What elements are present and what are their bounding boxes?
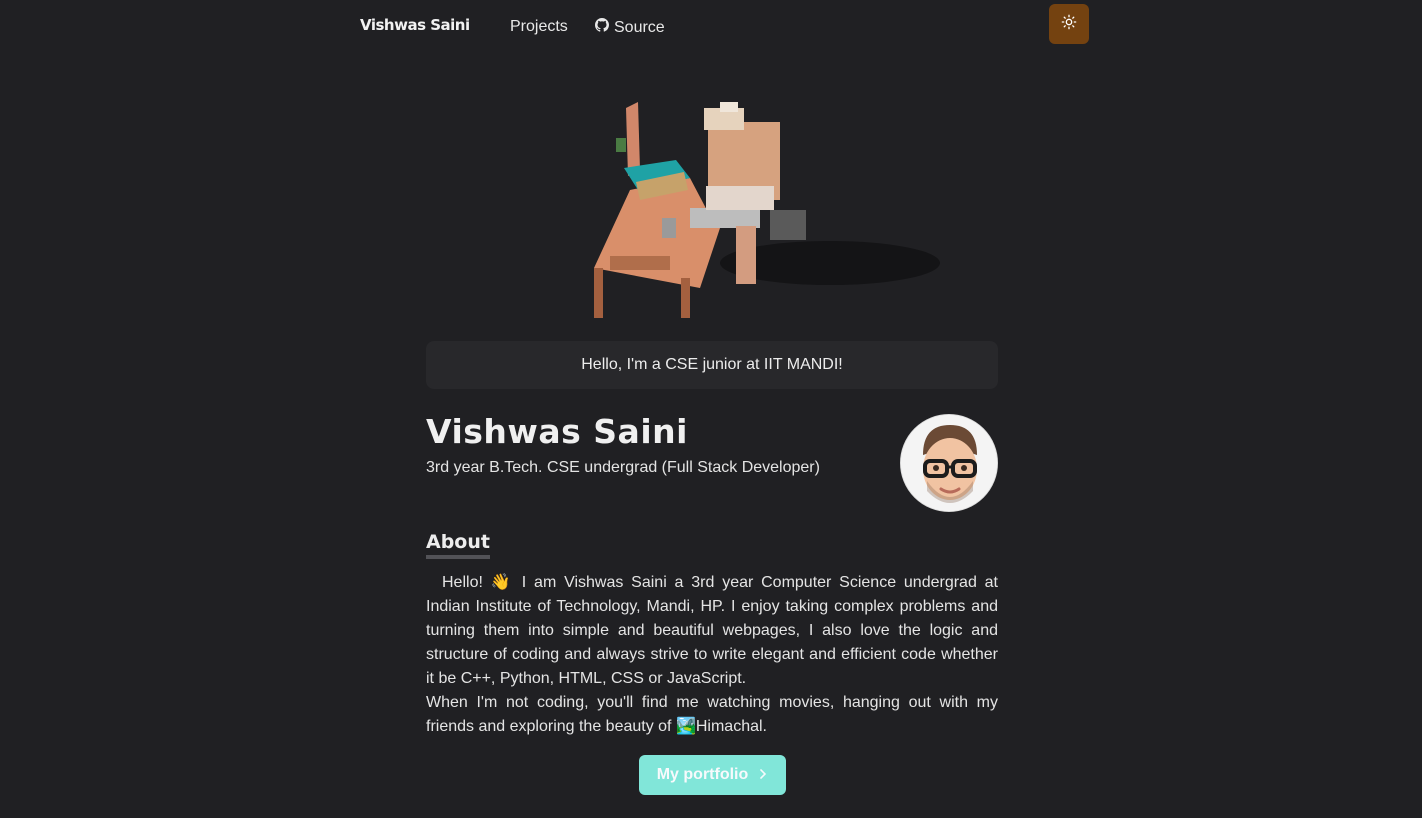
avatar [900,414,998,512]
nav-link-source-label: Source [614,18,665,36]
portfolio-button-label: My portfolio [656,766,749,783]
nav-link-source[interactable]: Source [595,18,665,37]
about-paragraph: When I'm not coding, you'll find me watc… [426,694,998,735]
navbar: Vishwas Saini Projects Source [0,0,1422,54]
voxel-desk-illustration [580,98,940,328]
theme-toggle-button[interactable] [1049,4,1089,44]
page-title: Vishwas Saini [426,412,688,451]
chevron-right-icon [758,766,768,784]
brand-logo[interactable]: Vishwas Saini [360,16,470,34]
about-paragraph: Hello! 👋 I am Vishwas Saini a 3rd year C… [426,574,998,687]
profile-subtitle: 3rd year B.Tech. CSE undergrad (Full Sta… [426,459,820,476]
nav-link-projects-label: Projects [510,18,568,35]
greeting-text: Hello, I'm a CSE junior at IIT MANDI! [581,356,843,373]
github-icon [595,18,609,37]
about-heading: About [426,531,490,559]
about-section: Hello! 👋 I am Vishwas Saini a 3rd year C… [426,571,998,739]
sun-icon [1061,14,1077,35]
nav-link-projects[interactable]: Projects [510,18,568,36]
portfolio-button[interactable]: My portfolio [639,755,786,795]
greeting-banner: Hello, I'm a CSE junior at IIT MANDI! [426,341,998,389]
